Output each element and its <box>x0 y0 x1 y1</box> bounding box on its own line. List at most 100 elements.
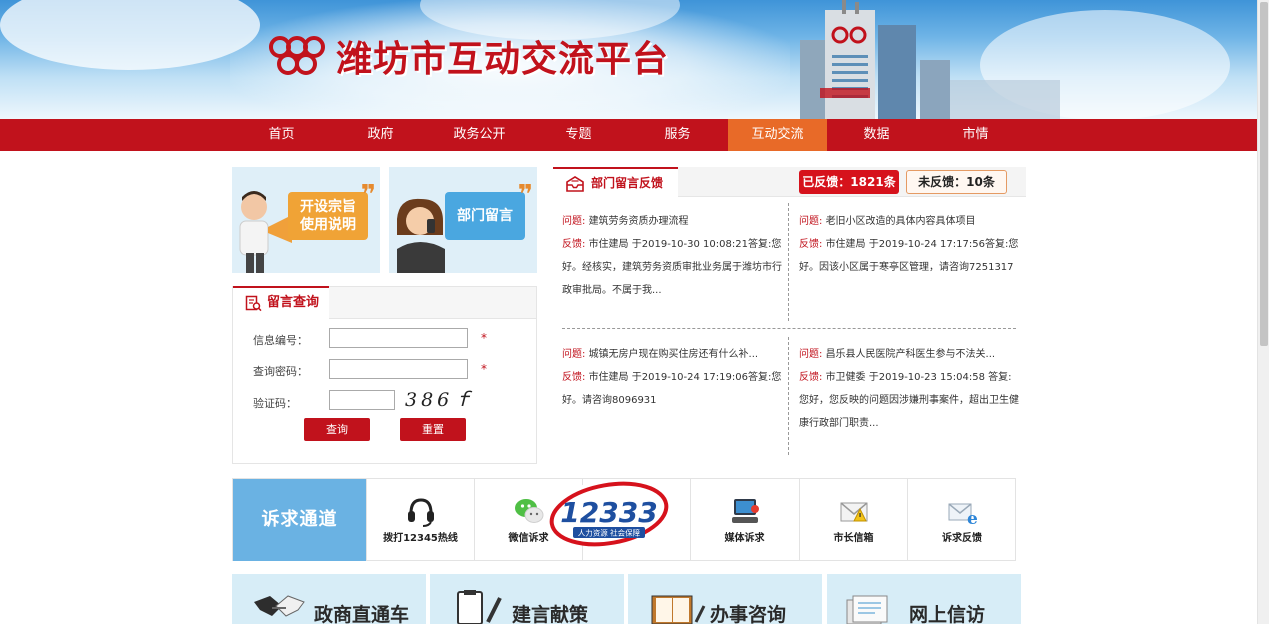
quote-mark-icon: ❞ <box>360 180 376 210</box>
feedback-item[interactable]: 问题: 城镇无房户现在购买住房还有什么补... 反馈: 市住建局 于2019-1… <box>562 343 784 412</box>
answer-key: 反馈: <box>799 372 823 383</box>
hrss-number: 12333 <box>560 496 657 529</box>
row-divider <box>562 328 1016 329</box>
feedback-item[interactable]: 问题: 昌乐县人民医院产科医生参与不法关... 反馈: 市卫健委 于2019-1… <box>799 343 1021 435</box>
feedback-question[interactable]: 建筑劳务资质办理流程 <box>589 216 689 227</box>
column-divider <box>788 203 789 321</box>
department-feedback-panel: 部门留言反馈 已反馈：1821条 未反馈：10条 问题: 建筑劳务资质办理流程 … <box>553 167 1026 459</box>
tile-label: 建言献策 <box>512 604 589 624</box>
feedback-question[interactable]: 老旧小区改造的具体内容具体项目 <box>826 216 976 227</box>
query-password-input[interactable] <box>329 359 468 379</box>
channel-feedback[interactable]: e 诉求反馈 <box>907 479 1016 561</box>
site-header: 潍坊市互动交流平台 <box>0 0 1257 119</box>
tile-label: 网上信访 <box>909 604 986 624</box>
channel-mayor-mailbox[interactable]: 市长信箱 <box>799 479 907 561</box>
hr-social-security-12333-logo[interactable]: 12333 人力资源 社会保障 <box>545 478 673 550</box>
captcha-image[interactable]: 386ｆ <box>405 385 476 412</box>
nav-item-interaction[interactable]: 互动交流 <box>728 119 827 151</box>
query-password-label: 查询密码： <box>253 365 308 378</box>
tile-online-petition[interactable]: 网上信访 <box>827 574 1021 624</box>
tab-message-query[interactable]: 留言查询 <box>233 286 329 319</box>
feedback-question[interactable]: 城镇无房户现在购买住房还有什么补... <box>589 349 759 360</box>
question-key: 问题: <box>562 216 586 227</box>
nav-item-city-info[interactable]: 市情 <box>926 119 1025 151</box>
computer-icon <box>732 499 759 523</box>
clipboard-pen-icon <box>457 590 502 624</box>
captcha-input[interactable] <box>329 390 395 410</box>
nav-item-topics[interactable]: 专题 <box>529 119 628 151</box>
feedback-question-row: 问题: 老旧小区改造的具体内容具体项目 <box>799 210 1021 233</box>
person-phone-icon <box>397 198 445 273</box>
email-e-icon: e <box>948 503 978 527</box>
required-mark: * <box>481 331 487 345</box>
info-id-label: 信息编号： <box>253 334 308 347</box>
message-query-panel: 留言查询 信息编号： * 查询密码： * 验证码： 386ｆ 查询 重置 <box>232 286 537 464</box>
answer-key: 反馈: <box>562 372 586 383</box>
feedback-question-row: 问题: 建筑劳务资质办理流程 <box>562 210 784 233</box>
purpose-guide-text: 开设宗旨 使用说明 <box>300 199 356 233</box>
site-title: 潍坊市互动交流平台 <box>336 39 670 80</box>
main-nav: 首页 政府 政务公开 专题 服务 互动交流 数据 市情 <box>0 119 1257 151</box>
nav-item-government[interactable]: 政府 <box>331 119 430 151</box>
city-logo-icon <box>269 36 325 75</box>
nav-item-home[interactable]: 首页 <box>232 119 331 151</box>
channel-label: 市长信箱 <box>833 533 874 544</box>
tile-suggestions[interactable]: 建言献策 <box>430 574 624 624</box>
mail-tray-icon <box>566 176 584 192</box>
wechat-icon <box>515 499 544 523</box>
feedback-answer: 市住建局 于2019-10-24 17:19:06答复:您好。请咨询809693… <box>562 372 782 406</box>
department-message-banner[interactable]: 部门留言 ❞ <box>389 167 537 273</box>
tab-department-feedback[interactable]: 部门留言反馈 <box>553 167 678 198</box>
scrollbar-thumb[interactable] <box>1260 2 1268 346</box>
nav-item-data[interactable]: 数据 <box>827 119 926 151</box>
hrss-caption: 人力资源 社会保障 <box>578 528 641 538</box>
channel-label: 拨打12345热线 <box>383 533 458 544</box>
search-button[interactable]: 查询 <box>304 418 370 441</box>
tile-label: 政商直通车 <box>314 604 410 624</box>
column-divider <box>788 337 789 455</box>
unreplied-count-badge[interactable]: 未反馈：10条 <box>906 170 1007 194</box>
tile-gov-business-express[interactable]: 政商直通车 <box>232 574 426 624</box>
skyline-image <box>800 0 1060 119</box>
quote-mark-icon: ❞ <box>517 180 533 210</box>
answer-key: 反馈: <box>562 239 586 250</box>
info-id-input[interactable] <box>329 328 468 348</box>
captcha-label: 验证码： <box>253 397 297 410</box>
channel-media[interactable]: 媒体诉求 <box>690 479 798 561</box>
feedback-question[interactable]: 昌乐县人民医院产科医生参与不法关... <box>826 349 996 360</box>
feedback-answer-row: 反馈: 市卫健委 于2019-10-23 15:04:58 答复:您好，您反映的… <box>799 366 1021 435</box>
channel-label: 诉求反馈 <box>942 533 982 544</box>
feedback-item[interactable]: 问题: 老旧小区改造的具体内容具体项目 反馈: 市住建局 于2019-10-24… <box>799 210 1021 279</box>
query-panel-header: 留言查询 <box>233 286 536 319</box>
department-message-sign: 部门留言 <box>445 192 525 240</box>
cloud-decoration <box>0 0 260 70</box>
svg-text:e: e <box>967 509 978 527</box>
handshake-icon <box>254 595 305 617</box>
department-message-text: 部门留言 <box>457 208 513 224</box>
required-mark: * <box>481 362 487 376</box>
page: 潍坊市互动交流平台 首页 政府 政务公开 专题 服务 互动交流 数据 市情 开设… <box>0 0 1269 624</box>
nav-item-services[interactable]: 服务 <box>628 119 727 151</box>
headset-icon <box>408 498 434 527</box>
tab-message-query-label: 留言查询 <box>267 295 320 310</box>
reset-button[interactable]: 重置 <box>400 418 466 441</box>
tab-department-feedback-label: 部门留言反馈 <box>591 176 664 190</box>
notebook-icon <box>651 595 706 624</box>
page-scrollbar[interactable] <box>1257 0 1269 624</box>
channel-hotline-12345[interactable]: 拨打12345热线 <box>366 479 474 561</box>
question-key: 问题: <box>799 216 823 227</box>
purpose-guide-sign: 开设宗旨 使用说明 <box>288 192 368 240</box>
feedback-question-row: 问题: 昌乐县人民医院产科医生参与不法关... <box>799 343 1021 366</box>
documents-icon <box>846 595 888 624</box>
nav-item-open-affairs[interactable]: 政务公开 <box>430 119 529 151</box>
feedback-answer-row: 反馈: 市住建局 于2019-10-30 10:08:21答复:您好。经核实，建… <box>562 233 784 302</box>
appeal-channels-title: 诉求通道 <box>233 479 366 561</box>
question-key: 问题: <box>799 349 823 360</box>
replied-count-badge[interactable]: 已反馈：1821条 <box>799 170 899 194</box>
tile-service-consulting[interactable]: 办事咨询 <box>628 574 822 624</box>
feedback-item[interactable]: 问题: 建筑劳务资质办理流程 反馈: 市住建局 于2019-10-30 10:0… <box>562 210 784 302</box>
feedback-panel-header: 部门留言反馈 已反馈：1821条 未反馈：10条 <box>553 167 1026 198</box>
feedback-answer: 市卫健委 于2019-10-23 15:04:58 答复:您好，您反映的问题因涉… <box>799 372 1019 429</box>
purpose-guide-banner[interactable]: 开设宗旨 使用说明 ❞ <box>232 167 380 273</box>
feedback-answer-row: 反馈: 市住建局 于2019-10-24 17:17:56答复:您好。因该小区属… <box>799 233 1021 279</box>
